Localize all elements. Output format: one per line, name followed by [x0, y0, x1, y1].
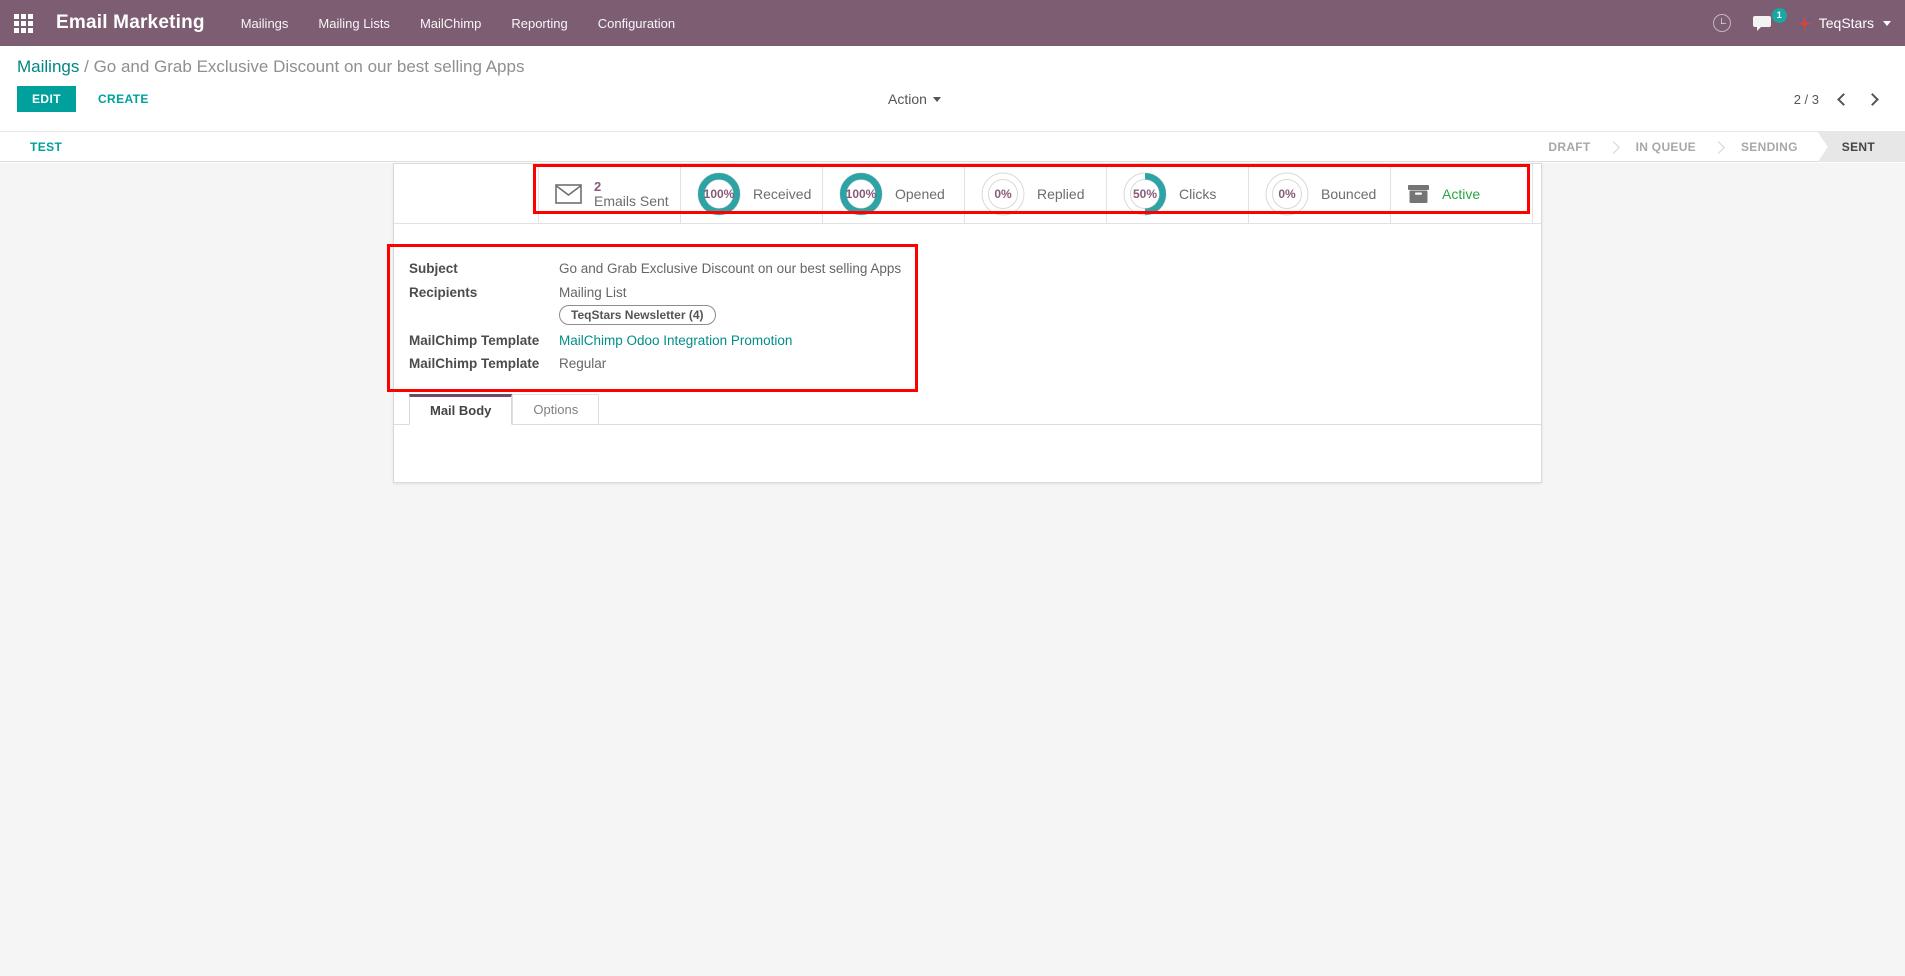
mailing-list-tag-row: TeqStars Newsletter (4): [409, 305, 716, 325]
recipients-label: Recipients: [409, 285, 559, 300]
received-percent: 100%: [697, 172, 741, 216]
user-name: TeqStars: [1819, 15, 1874, 31]
create-button[interactable]: CREATE: [98, 92, 149, 106]
apps-menu-button[interactable]: [0, 0, 46, 46]
mailing-form-sheet: 2 Emails Sent 100% Received: [393, 163, 1542, 483]
pager: 2 / 3: [1794, 92, 1877, 107]
message-count-badge: 1: [1772, 8, 1787, 23]
chevron-down-icon: [1883, 21, 1891, 26]
subject-label: Subject: [409, 261, 559, 276]
subject-value: Go and Grab Exclusive Discount on our be…: [559, 261, 901, 276]
pager-next-icon[interactable]: [1866, 93, 1879, 106]
teqstars-logo: [1797, 16, 1812, 31]
tab-options[interactable]: Options: [512, 394, 599, 424]
apps-grid-icon: [14, 14, 33, 33]
menu-mailchimp[interactable]: MailChimp: [420, 16, 481, 31]
mailchimp-template-row: MailChimp Template MailChimp Odoo Integr…: [409, 333, 792, 348]
status-step-in-queue[interactable]: IN QUEUE: [1616, 132, 1716, 162]
activities-clock-icon[interactable]: [1713, 14, 1731, 32]
opened-percent: 100%: [839, 172, 883, 216]
breadcrumb-current: Go and Grab Exclusive Discount on our be…: [94, 57, 525, 76]
mailchimp-template-type-label: MailChimp Template: [409, 356, 559, 371]
pager-count: 2 / 3: [1794, 92, 1819, 107]
mailing-list-tag[interactable]: TeqStars Newsletter (4): [559, 305, 716, 325]
app-title[interactable]: Email Marketing: [56, 12, 205, 34]
test-button[interactable]: TEST: [30, 140, 62, 154]
clicks-label: Clicks: [1179, 186, 1216, 202]
edit-button[interactable]: EDIT: [17, 86, 76, 112]
replied-label: Replied: [1037, 186, 1084, 202]
mailchimp-template-link[interactable]: MailChimp Odoo Integration Promotion: [559, 333, 792, 348]
subject-field-row: Subject Go and Grab Exclusive Discount o…: [409, 261, 901, 276]
user-menu[interactable]: TeqStars: [1797, 15, 1891, 31]
mailchimp-template-type-row: MailChimp Template Regular: [409, 356, 606, 371]
replied-percent: 0%: [981, 172, 1025, 216]
top-navbar: Email Marketing Mailings Mailing Lists M…: [0, 0, 1905, 46]
stat-bounced[interactable]: 0% Bounced: [1249, 164, 1391, 223]
statusbar: TEST DRAFT IN QUEUE SENDING SENT: [0, 131, 1905, 162]
emails-sent-count: 2: [594, 179, 669, 194]
clicks-percent: 50%: [1123, 172, 1167, 216]
control-buttons: EDIT CREATE: [17, 86, 149, 112]
stat-emails-sent[interactable]: 2 Emails Sent: [539, 164, 681, 223]
stat-active-toggle[interactable]: Active: [1391, 164, 1532, 223]
stat-received[interactable]: 100% Received: [681, 164, 823, 223]
main-menu: Mailings Mailing Lists MailChimp Reporti…: [241, 16, 675, 31]
breadcrumb-separator: /: [84, 57, 89, 76]
notebook-tabs: Mail Body Options: [394, 394, 1541, 425]
recipients-value: Mailing List: [559, 285, 627, 300]
envelope-icon: [555, 184, 582, 204]
breadcrumb: Mailings / Go and Grab Exclusive Discoun…: [17, 57, 524, 77]
status-step-draft[interactable]: DRAFT: [1528, 132, 1610, 162]
stat-button-row: 2 Emails Sent 100% Received: [394, 164, 1541, 224]
email-marketing-screen: Email Marketing Mailings Mailing Lists M…: [0, 0, 1905, 976]
chevron-down-icon: [933, 97, 941, 102]
archive-icon: [1407, 184, 1430, 204]
mail-body-content: [394, 425, 1541, 482]
bounced-percent: 0%: [1265, 172, 1309, 216]
status-step-sent[interactable]: SENT: [1818, 132, 1905, 162]
breadcrumb-mailings-link[interactable]: Mailings: [17, 57, 79, 76]
status-steps: DRAFT IN QUEUE SENDING SENT: [1528, 132, 1905, 162]
opened-label: Opened: [895, 186, 945, 202]
received-label: Received: [753, 186, 811, 202]
mailchimp-template-type-value: Regular: [559, 356, 606, 371]
stat-opened[interactable]: 100% Opened: [823, 164, 965, 223]
menu-configuration[interactable]: Configuration: [598, 16, 675, 31]
tab-mail-body[interactable]: Mail Body: [409, 394, 512, 425]
menu-reporting[interactable]: Reporting: [511, 16, 567, 31]
status-step-sending[interactable]: SENDING: [1721, 132, 1818, 162]
menu-mailings[interactable]: Mailings: [241, 16, 289, 31]
action-dropdown-label: Action: [888, 91, 927, 107]
active-label: Active: [1442, 186, 1480, 202]
emails-sent-label: Emails Sent: [594, 194, 669, 209]
recipients-field-row: Recipients Mailing List: [409, 285, 627, 300]
menu-mailing-lists[interactable]: Mailing Lists: [318, 16, 390, 31]
bounced-label: Bounced: [1321, 186, 1376, 202]
action-dropdown[interactable]: Action: [888, 91, 941, 107]
stat-replied[interactable]: 0% Replied: [965, 164, 1107, 223]
stat-buttons: 2 Emails Sent 100% Received: [538, 164, 1533, 223]
mailchimp-template-label: MailChimp Template: [409, 333, 559, 348]
pager-previous-icon[interactable]: [1837, 93, 1850, 106]
stat-clicks[interactable]: 50% Clicks: [1107, 164, 1249, 223]
navbar-right: 1 TeqStars: [1713, 0, 1891, 46]
messages-button[interactable]: 1: [1753, 15, 1775, 32]
